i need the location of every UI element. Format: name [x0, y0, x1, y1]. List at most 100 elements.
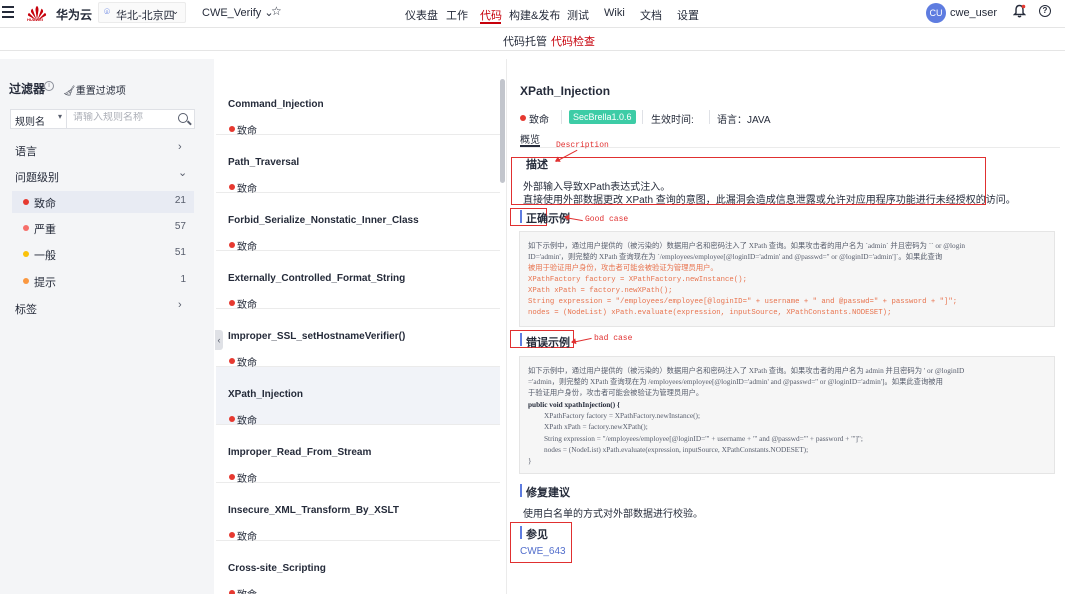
severity-dot: [23, 199, 29, 205]
rule-name: Cross-site_Scripting: [228, 563, 326, 574]
collapse-panel-icon[interactable]: ‹: [215, 330, 223, 350]
filter-group-language[interactable]: 语言 ›: [0, 140, 214, 160]
severity-filter-fatal[interactable]: 致命 21: [12, 191, 194, 213]
search-field-select[interactable]: 规则名 ▾: [10, 109, 67, 129]
tab-overview[interactable]: 概览: [520, 131, 540, 146]
rule-search-box: [66, 109, 195, 129]
fix-text: 使用白名单的方式对外部数据进行校验。: [523, 509, 703, 520]
severity-label: 提示: [34, 277, 56, 289]
nav-work[interactable]: 工作: [446, 7, 468, 23]
code-line: ID='admin'，则完整的 XPath 查询现在为 `/employees/…: [528, 252, 943, 261]
broom-icon: 🧹︎: [63, 86, 76, 97]
section-marker: [520, 526, 522, 539]
divider: [642, 110, 643, 124]
username[interactable]: cwe_user: [950, 7, 997, 19]
bell-icon[interactable]: [1013, 4, 1026, 18]
project-selector[interactable]: CWE_Verify ⌄: [202, 6, 274, 19]
search-field-label: 规则名: [15, 117, 45, 128]
code-line: XPathFactory factory = XPathFactory.newI…: [528, 276, 747, 284]
section-title: 修复建议: [526, 487, 570, 499]
severity-dot: [229, 126, 235, 132]
list-item[interactable]: Cross-site_Scripting 致命: [216, 541, 500, 594]
rule-search-input[interactable]: [73, 112, 173, 123]
severity-dot: [229, 300, 235, 306]
divider: [709, 110, 710, 124]
info-icon[interactable]: i: [44, 81, 54, 91]
list-item[interactable]: Command_Injection 致命: [216, 77, 500, 137]
chevron-down-icon: ⌄: [171, 6, 179, 16]
severity-label: 致命: [34, 198, 56, 210]
list-item-selected[interactable]: XPath_Injection 致命: [216, 367, 500, 427]
filter-group-tags[interactable]: 标签 ›: [0, 298, 214, 318]
nav-wiki[interactable]: Wiki: [604, 7, 625, 19]
project-name: CWE_Verify: [202, 7, 262, 19]
section-marker: [520, 333, 522, 346]
severity-dot: [23, 225, 29, 231]
annotation-label: bad case: [594, 334, 633, 343]
good-example-code: 如下示例中，通过用户提供的（被污染的）数据用户名和密码注入了 XPath 查询。…: [519, 231, 1055, 327]
severity-filter-critical[interactable]: 严重 57: [12, 217, 194, 239]
filter-group-severity[interactable]: 问题级别 ⌄: [0, 166, 214, 186]
section-title: 参见: [526, 529, 548, 541]
nav-dashboard[interactable]: 仪表盘: [405, 7, 438, 23]
description-line: 直接使用外部数据更改 XPath 查询的意图，此漏洞会造成信息泄露或允许对应用程…: [523, 195, 1016, 206]
brand-name[interactable]: 华为云: [56, 6, 92, 23]
nav-build-release[interactable]: 构建&发布: [509, 7, 560, 23]
page-title: XPath_Injection: [520, 84, 611, 98]
nav-code[interactable]: 代码: [480, 7, 502, 23]
severity-count: 1: [180, 274, 186, 285]
list-item[interactable]: Improper_Read_From_Stream 致命: [216, 425, 500, 485]
ruleset-badge: SecBrella1.0.6: [569, 110, 636, 124]
list-item[interactable]: Forbid_Serialize_Nonstatic_Inner_Class 致…: [216, 193, 500, 253]
bad-example-code: 如下示例中，通过用户提供的（被污染的）数据用户名和密码注入了 XPath 查询。…: [519, 356, 1055, 474]
severity-dot: [229, 358, 235, 364]
section-title: 错误示例: [526, 337, 570, 349]
nav-docs[interactable]: 文档: [640, 7, 662, 23]
rule-name: XPath_Injection: [228, 389, 304, 400]
rule-name: Improper_SSL_setHostnameVerifier(): [228, 331, 406, 342]
region-selector[interactable]: ⌾ 华北-北京四 ⌄: [98, 2, 186, 23]
rule-severity: 致命: [237, 586, 257, 594]
severity-filter-normal[interactable]: 一般 51: [12, 243, 194, 265]
list-item[interactable]: Path_Traversal 致命: [216, 135, 500, 195]
reset-filters-button[interactable]: 🧹︎重置过滤项: [63, 82, 126, 97]
help-icon[interactable]: ?: [1039, 5, 1051, 17]
top-navigation-bar: HUAWEI 华为云 ⌾ 华北-北京四 ⌄ CWE_Verify ⌄ ☆ 仪表盘…: [0, 0, 1065, 26]
rule-list-scrollbar[interactable]: [500, 79, 505, 183]
code-line: String expression = "/employees/employee…: [528, 298, 958, 306]
rule-name: Command_Injection: [228, 99, 324, 110]
chevron-right-icon: ›: [178, 141, 182, 153]
severity-count: 21: [174, 195, 186, 206]
filter-title: 过滤器: [9, 82, 46, 96]
filter-panel: 过滤器 i 🧹︎重置过滤项 规则名 ▾ 语言 › 问题级别 ⌄ 致命 21 严重…: [0, 59, 214, 594]
search-icon[interactable]: [178, 113, 188, 123]
list-item[interactable]: Insecure_XML_Transform_By_XSLT 致命: [216, 483, 500, 543]
effective-time: 生效时间:: [651, 115, 694, 126]
tab-code-check[interactable]: 代码检查: [551, 33, 595, 49]
severity-dot: [229, 184, 235, 190]
severity-filter-hint[interactable]: 提示 1: [12, 270, 194, 292]
severity-dot: [229, 416, 235, 422]
severity-label: 一般: [34, 250, 56, 262]
rule-list: Command_Injection 致命 Path_Traversal 致命 F…: [216, 59, 504, 594]
favorite-star-icon[interactable]: ☆: [271, 4, 282, 18]
tab-code-hosting[interactable]: 代码托管: [503, 33, 547, 49]
severity-dot: [229, 474, 235, 480]
list-item[interactable]: Externally_Controlled_Format_String 致命: [216, 251, 500, 311]
severity-count: 57: [174, 221, 186, 232]
code-line: 如下示例中，通过用户提供的（被污染的）数据用户名和密码注入了 XPath 查询。…: [528, 241, 966, 250]
avatar[interactable]: CU: [926, 3, 946, 23]
annotation-label: Description: [556, 141, 609, 150]
filter-group-label: 语言: [15, 146, 37, 158]
chevron-down-icon: ⌄: [178, 167, 188, 179]
caret-down-icon: ▾: [57, 112, 62, 121]
reference-link[interactable]: CWE_643: [520, 546, 566, 557]
region-label: 华北-北京四: [116, 10, 175, 22]
list-item[interactable]: Improper_SSL_setHostnameVerifier() 致命: [216, 309, 500, 369]
menu-icon[interactable]: [2, 6, 14, 18]
sub-navigation: 代码托管 代码检查: [0, 27, 1065, 51]
nav-test[interactable]: 测试: [567, 7, 589, 23]
annotation-arrow: [564, 217, 583, 222]
nav-settings[interactable]: 设置: [677, 7, 699, 23]
code-line: }: [528, 456, 532, 465]
